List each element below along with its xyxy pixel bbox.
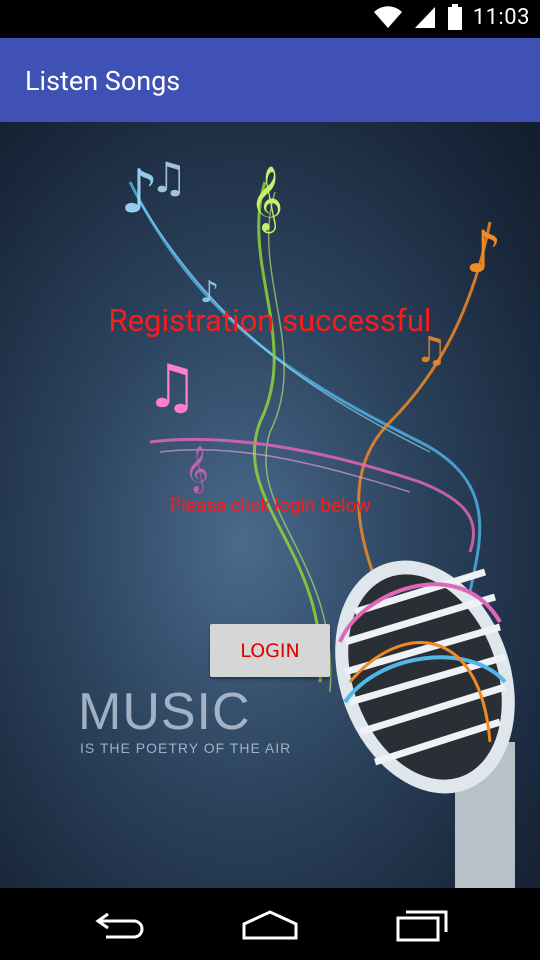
status-icons: 11:03	[373, 4, 530, 30]
battery-icon	[447, 4, 462, 30]
music-tagline-art: IS THE POETRY OF THE AIR	[80, 740, 292, 756]
music-heading-art: MUSIC	[78, 683, 251, 741]
svg-text:𝄞: 𝄞	[185, 445, 209, 494]
back-icon[interactable]	[90, 906, 150, 942]
registration-success-message: Registration successful	[108, 302, 432, 339]
status-bar: 11:03	[0, 0, 540, 38]
app-title: Listen Songs	[25, 65, 181, 97]
login-button[interactable]: LOGIN	[210, 624, 330, 677]
svg-text:♫: ♫	[145, 351, 199, 422]
status-time: 11:03	[472, 4, 530, 30]
navigation-bar	[0, 888, 540, 960]
app-bar: Listen Songs	[0, 38, 540, 122]
recents-icon[interactable]	[392, 906, 452, 942]
login-instruction-text: Please click login below	[169, 494, 371, 517]
wifi-icon	[373, 6, 402, 29]
svg-text:𝄞: 𝄞	[250, 165, 283, 233]
home-icon[interactable]	[240, 906, 300, 942]
microphone-illustration	[335, 560, 515, 888]
svg-text:♫: ♫	[150, 154, 188, 203]
svg-text:♪: ♪	[465, 219, 502, 287]
main-content: ♪ ♫ 𝄞 ♪ ♫ ♫ 𝄞 ♪ Registration successful	[0, 122, 540, 888]
signal-icon	[414, 7, 435, 28]
